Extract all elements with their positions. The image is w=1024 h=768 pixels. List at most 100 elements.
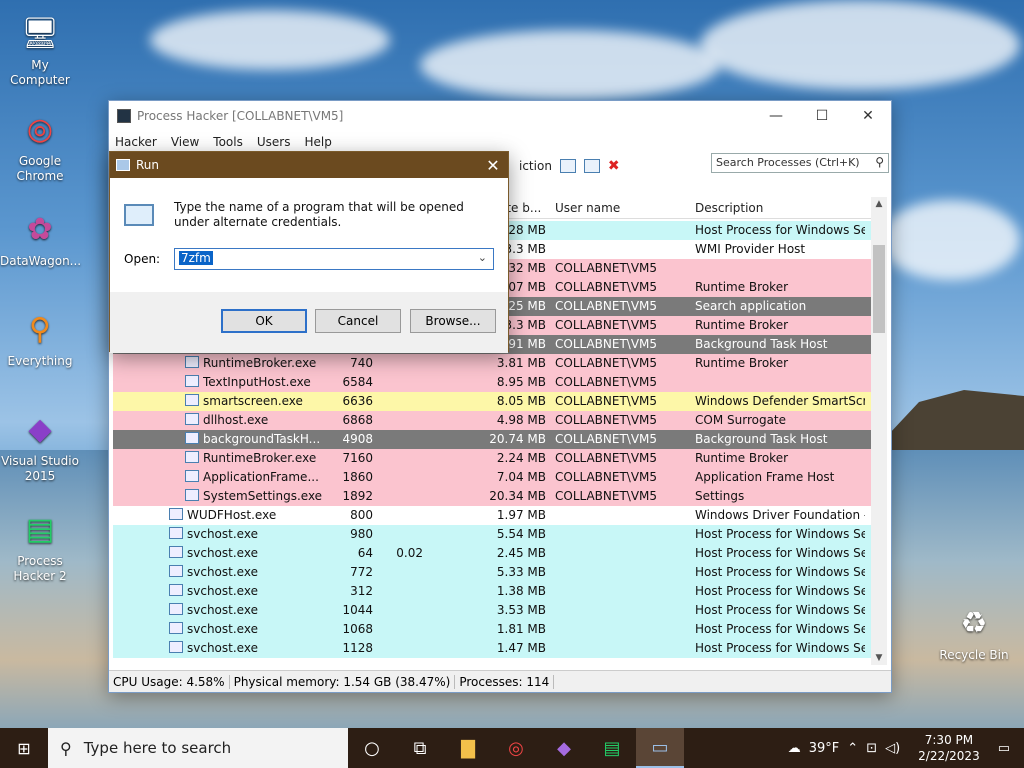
table-row[interactable]: TextInputHost.exe 6584 8.95 MB COLLABNET\VM…: [113, 373, 871, 392]
maximize-icon[interactable]: ☐: [799, 108, 845, 124]
run-icon[interactable]: ▭: [636, 728, 684, 768]
desktop-icon-recycle-bin[interactable]: ♻ Recycle Bin: [934, 600, 1014, 663]
table-row[interactable]: smartscreen.exe 6636 8.05 MB COLLABNET\VM5 W…: [113, 392, 871, 411]
process-private-bytes: 5.54 MB: [496, 527, 546, 541]
browse-button[interactable]: Browse...: [410, 309, 496, 333]
search-icon[interactable]: ⚲: [875, 155, 884, 169]
menu-tools[interactable]: Tools: [213, 135, 243, 149]
table-row[interactable]: RuntimeBroker.exe 7160 2.24 MB COLLABNET\VM…: [113, 449, 871, 468]
minimize-icon[interactable]: —: [753, 108, 799, 124]
scroll-down-icon[interactable]: ▼: [871, 653, 887, 663]
table-row[interactable]: svchost.exe 980 5.54 MB Host Process for Wi…: [113, 525, 871, 544]
table-row[interactable]: svchost.exe 1044 3.53 MB Host Process for W…: [113, 601, 871, 620]
process-user: COLLABNET\VM5: [555, 413, 658, 427]
process-user: COLLABNET\VM5: [555, 375, 658, 389]
table-row[interactable]: svchost.exe 772 5.33 MB Host Process for Wi…: [113, 563, 871, 582]
chevron-down-icon[interactable]: ⌄: [478, 251, 487, 264]
process-user: COLLABNET\VM5: [555, 394, 658, 408]
process-pid: 4908: [342, 432, 373, 446]
process-pid: 980: [350, 527, 373, 541]
menu-help[interactable]: Help: [304, 135, 331, 149]
process-description: Windows Defender SmartScre...: [695, 394, 865, 408]
process-icon: [169, 527, 183, 539]
task-view-icon[interactable]: ⧉: [396, 728, 444, 768]
notifications-icon[interactable]: ▭: [998, 741, 1010, 756]
process-private-bytes: 1.38 MB: [496, 584, 546, 598]
search-input[interactable]: Search Processes (Ctrl+K) ⚲: [711, 153, 889, 173]
column-description[interactable]: Description: [695, 201, 763, 215]
process-description: Host Process for Windows Ser...: [695, 603, 865, 617]
process-icon: [185, 432, 199, 444]
cortana-icon[interactable]: ○: [348, 728, 396, 768]
desktop-icon-my-computer[interactable]: 🖥 My Computer: [0, 10, 80, 88]
vertical-scrollbar[interactable]: ▲ ▼: [871, 197, 887, 665]
table-row[interactable]: dllhost.exe 6868 4.98 MB COLLABNET\VM5 COM S…: [113, 411, 871, 430]
desktop-icon-label: My Computer: [10, 58, 70, 87]
table-row[interactable]: SystemSettings.exe 1892 20.34 MB COLLABNET\…: [113, 487, 871, 506]
scroll-thumb[interactable]: [873, 245, 885, 333]
process-icon: [169, 546, 183, 558]
desktop-icon-process-hacker[interactable]: ▤ Process Hacker 2: [0, 506, 80, 584]
process-description: Host Process for Windows Ser...: [695, 546, 865, 560]
process-pid: 7160: [342, 451, 373, 465]
desktop-icon-visual-studio[interactable]: ◆ Visual Studio 2015: [0, 406, 80, 484]
process-description: Host Process for Windows Ser...: [695, 622, 865, 636]
close-icon[interactable]: ✕: [845, 108, 891, 124]
process-hacker-icon[interactable]: ▤: [588, 728, 636, 768]
table-row[interactable]: WUDFHost.exe 800 1.97 MB Windows Driver Fou…: [113, 506, 871, 525]
desktop-icon-chrome[interactable]: ◎ Google Chrome: [0, 106, 80, 184]
close-icon[interactable]: ✕: [478, 156, 508, 175]
windows-start-icon[interactable]: ⊞: [0, 728, 48, 768]
table-row[interactable]: svchost.exe 64 0.02 2.45 MB Host Process for…: [113, 544, 871, 563]
volume-icon[interactable]: ◁): [885, 741, 900, 756]
process-private-bytes: 20.74 MB: [489, 432, 546, 446]
open-combobox[interactable]: 7zfm ⌄: [174, 248, 494, 270]
table-row[interactable]: svchost.exe 312 1.38 MB Host Process for Wi…: [113, 582, 871, 601]
chevron-up-icon[interactable]: ⌃: [847, 741, 858, 756]
process-pid: 800: [350, 508, 373, 522]
process-name: WUDFHost.exe: [187, 508, 277, 522]
dialog-titlebar[interactable]: Run ✕: [110, 152, 508, 178]
file-explorer-icon[interactable]: ▇: [444, 728, 492, 768]
terminate-icon[interactable]: ✖: [608, 158, 620, 174]
process-user: COLLABNET\VM5: [555, 318, 658, 332]
menu-hacker[interactable]: Hacker: [115, 135, 157, 149]
taskbar: ⊞ ⚲ Type here to search ○ ⧉ ▇ ◎ ◆ ▤ ▭ ☁ …: [0, 728, 1024, 768]
scroll-up-icon[interactable]: ▲: [871, 199, 887, 209]
toolbar-find-label[interactable]: iction: [519, 159, 552, 173]
process-description: COM Surrogate: [695, 413, 787, 427]
column-user-name[interactable]: User name: [555, 201, 620, 215]
open-input-value[interactable]: 7zfm: [179, 251, 213, 265]
recycle-bin-icon: ♻: [960, 605, 988, 641]
weather-temp[interactable]: 39°F: [809, 741, 840, 756]
table-row[interactable]: svchost.exe 1068 1.81 MB Host Process for W…: [113, 620, 871, 639]
desktop-icon-everything[interactable]: ⚲ Everything: [0, 306, 80, 369]
cancel-button[interactable]: Cancel: [315, 309, 401, 333]
table-row[interactable]: backgroundTaskH... 4908 20.74 MB COLLABNET\…: [113, 430, 871, 449]
process-pid: 1128: [342, 641, 373, 655]
open-label: Open:: [124, 252, 161, 266]
menu-view[interactable]: View: [171, 135, 199, 149]
clock[interactable]: 7:30 PM 2/22/2023: [918, 732, 980, 764]
window-titlebar[interactable]: Process Hacker [COLLABNET\VM5] — ☐ ✕: [109, 101, 891, 131]
table-row[interactable]: svchost.exe 1128 1.47 MB Host Process for W…: [113, 639, 871, 658]
chrome-icon[interactable]: ◎: [492, 728, 540, 768]
menu-bar: Hacker View Tools Users Help: [109, 131, 891, 153]
desktop-icon-datawagon[interactable]: ✿ DataWagon...: [0, 206, 81, 269]
process-cpu: 0.02: [396, 546, 423, 560]
window-icon[interactable]: [559, 159, 576, 173]
table-row[interactable]: ApplicationFrame... 1860 7.04 MB COLLABNET\…: [113, 468, 871, 487]
visual-studio-icon[interactable]: ◆: [540, 728, 588, 768]
window-arrow-icon[interactable]: [583, 159, 600, 173]
menu-users[interactable]: Users: [257, 135, 291, 149]
weather-icon[interactable]: ☁: [788, 741, 801, 756]
network-icon[interactable]: ⊡: [866, 741, 877, 756]
process-private-bytes: 1.47 MB: [496, 641, 546, 655]
clock-time: 7:30 PM: [924, 733, 974, 747]
process-private-bytes: 8.95 MB: [496, 375, 546, 389]
table-row[interactable]: RuntimeBroker.exe 740 3.81 MB COLLABNET\VM5…: [113, 354, 871, 373]
ok-button[interactable]: OK: [221, 309, 307, 333]
process-description: Windows Driver Foundation - ...: [695, 508, 865, 522]
taskbar-search-box[interactable]: ⚲ Type here to search: [48, 728, 348, 768]
process-name: svchost.exe: [187, 527, 258, 541]
